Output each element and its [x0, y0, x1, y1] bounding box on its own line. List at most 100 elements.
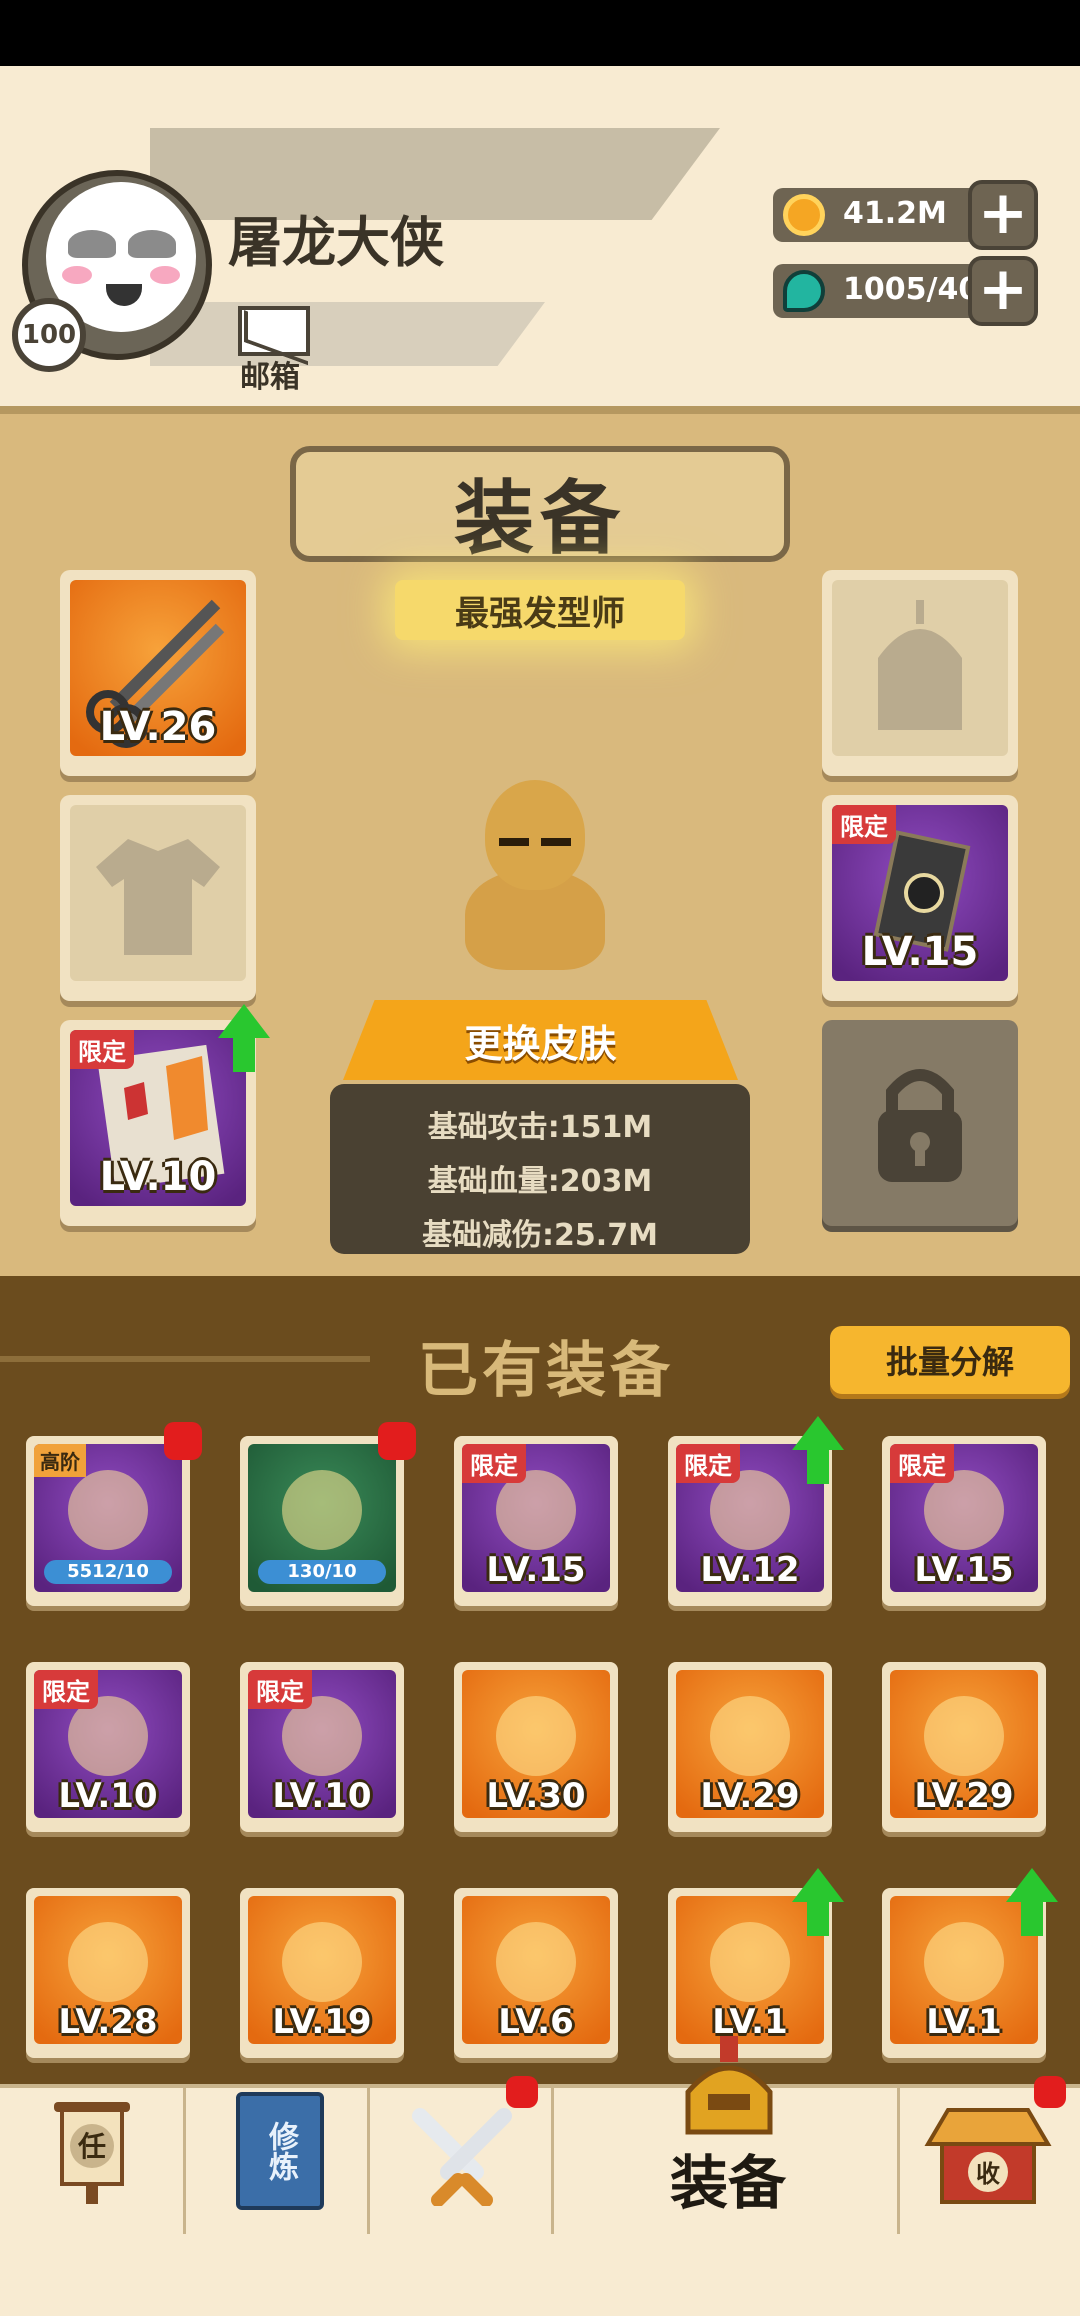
stats-panel: 基础攻击:151M 基础血量:203M 基础减伤:25.7M [330, 1084, 750, 1254]
gem-value: 1005/40 [843, 272, 980, 307]
helmet-icon [685, 2036, 773, 2135]
nav-shop[interactable]: 收 [900, 2076, 1080, 2234]
inventory-item[interactable]: LV.30 [454, 1662, 618, 1832]
character-preview[interactable] [455, 760, 615, 980]
shop-building-icon: 收 [924, 2108, 1052, 2204]
mail-icon[interactable] [238, 306, 310, 356]
item-count: 130/10 [258, 1560, 386, 1584]
change-skin-button[interactable]: 更换皮肤 [343, 1000, 738, 1080]
upgrade-arrow-icon [792, 1416, 844, 1484]
item-level: LV.10 [272, 1776, 372, 1816]
batch-disassemble-button[interactable]: 批量分解 [830, 1326, 1070, 1394]
rubber-chicken-icon [496, 1922, 576, 2002]
charm-level: LV.15 [861, 929, 979, 975]
inventory-item-bg: LV.19 [248, 1896, 396, 2044]
limited-tag: 限定 [70, 1030, 134, 1069]
gold-value: 41.2M [843, 196, 947, 231]
charm-slot[interactable]: 限定 LV.15 [822, 795, 1018, 1001]
inventory-item-bg: LV.6 [462, 1896, 610, 2044]
avatar-blush-right [150, 266, 180, 284]
notification-dot [1034, 2076, 1066, 2108]
inventory-item[interactable]: LV.28 [26, 1888, 190, 2058]
inventory-item-bg: 高阶 5512/10 [34, 1444, 182, 1592]
avatar-eye-left [68, 230, 116, 258]
armor-slot[interactable] [60, 795, 256, 1001]
player-title-badge[interactable]: 最强发型师 [395, 580, 685, 640]
scroll-icon: 任 [54, 2102, 130, 2204]
character-head [485, 780, 585, 890]
shirt-silhouette-icon [96, 839, 220, 955]
item-level: LV.30 [486, 1776, 586, 1816]
player-name: 屠龙大侠 [228, 211, 444, 274]
item-level: LV.12 [700, 1550, 800, 1590]
nav-battle[interactable] [370, 2076, 554, 2234]
inventory-item[interactable]: LV.29 [668, 1662, 832, 1832]
inventory-item-bg: LV.28 [34, 1896, 182, 2044]
inventory-item[interactable]: LV.19 [240, 1888, 404, 2058]
upgrade-arrow-icon [1006, 1868, 1058, 1936]
helmet-slot[interactable] [822, 570, 1018, 776]
weapon-level: LV.26 [99, 704, 217, 750]
charm-slot-bg: 限定 LV.15 [832, 805, 1008, 981]
locked-slot[interactable] [822, 1020, 1018, 1226]
golden-sword-icon [710, 1922, 790, 2002]
inventory-item-bg: LV.30 [462, 1670, 610, 1818]
straw-hat-icon [68, 1470, 148, 1550]
nav-task[interactable]: 任 [0, 2088, 186, 2234]
nav-training[interactable]: 修炼 [186, 2088, 370, 2234]
inventory-item[interactable]: LV.29 [882, 1662, 1046, 1832]
item-level: LV.1 [926, 2002, 1002, 2042]
armor-slot-bg [70, 805, 246, 981]
item-level: LV.29 [700, 1776, 800, 1816]
golden-mace-icon [924, 1922, 1004, 2002]
stat-health: 基础血量:203M [427, 1164, 653, 1199]
high-tier-tag: 高阶 [34, 1444, 86, 1477]
add-gold-button[interactable]: + [968, 180, 1038, 250]
inventory-item[interactable]: LV.6 [454, 1888, 618, 2058]
inventory-item[interactable]: 限定 LV.10 [26, 1662, 190, 1832]
gem-icon [783, 270, 825, 312]
item-level: LV.15 [914, 1550, 1014, 1590]
inventory-item[interactable]: 限定 LV.10 [240, 1662, 404, 1832]
item-level: LV.6 [498, 2002, 574, 2042]
helmet-slot-bg [832, 580, 1008, 756]
upgrade-arrow-icon [792, 1868, 844, 1936]
inventory-item-bg: 限定 LV.15 [890, 1444, 1038, 1592]
character-eye-left [499, 838, 529, 846]
inventory-item[interactable]: 限定 LV.15 [454, 1436, 618, 1606]
stat-damage-reduction: 基础减伤:25.7M [422, 1218, 658, 1253]
bottom-padding [0, 2234, 1080, 2316]
upgrade-arrow-icon [218, 1004, 270, 1072]
item-level: LV.10 [58, 1776, 158, 1816]
item-level: LV.28 [58, 2002, 158, 2042]
inventory-item[interactable]: 130/10 [240, 1436, 404, 1606]
staff-icon [282, 1922, 362, 2002]
item-level: LV.19 [272, 2002, 372, 2042]
task-char: 任 [77, 2130, 106, 2163]
inventory-title: 已有装备 [418, 1336, 674, 1406]
add-gem-button[interactable]: + [968, 256, 1038, 326]
limited-tag: 限定 [34, 1670, 98, 1709]
limited-tag: 限定 [676, 1444, 740, 1483]
notification-dot [164, 1422, 202, 1460]
limited-tag: 限定 [462, 1444, 526, 1483]
inventory-item-bg: LV.29 [676, 1670, 824, 1818]
equipment-title: 装备 [454, 472, 626, 565]
inventory-item-bg: 130/10 [248, 1444, 396, 1592]
weapon-slot[interactable]: LV.26 [60, 570, 256, 776]
limited-tag: 限定 [890, 1444, 954, 1483]
notification-dot [506, 2076, 538, 2108]
inventory-item[interactable]: 限定 LV.15 [882, 1436, 1046, 1606]
mail-label[interactable]: 邮箱 [240, 352, 300, 396]
broadsword-icon [496, 1696, 576, 1776]
player-level-badge: 100 [12, 298, 86, 372]
notification-dot [378, 1422, 416, 1460]
avatar-mouth [106, 284, 142, 306]
mace-icon [710, 1696, 790, 1776]
limited-tag: 限定 [832, 805, 896, 844]
avatar-blush-left [62, 266, 92, 284]
nav-equipment-label[interactable]: 装备 [670, 2136, 786, 2220]
inventory-item[interactable]: 高阶 5512/10 [26, 1436, 190, 1606]
trident-spear-icon [68, 1922, 148, 2002]
item-level: LV.15 [486, 1550, 586, 1590]
